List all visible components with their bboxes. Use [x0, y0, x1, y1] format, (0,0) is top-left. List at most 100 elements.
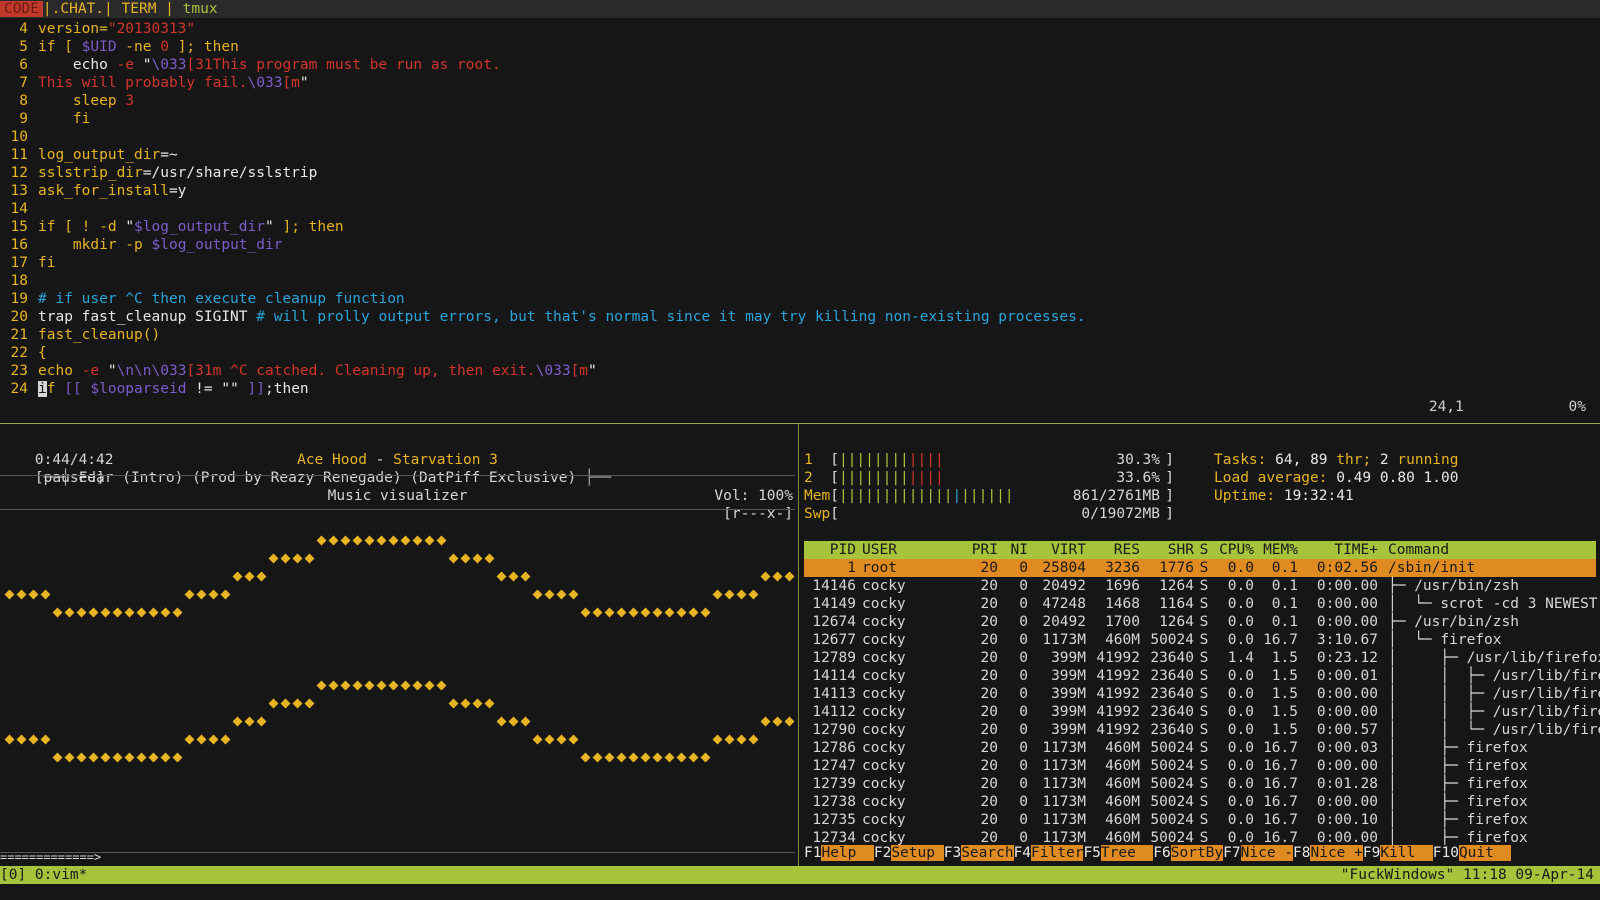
process-table[interactable]: PID USER PRI NI VIRT RES SHR S CPU% MEM% TIME+ Comm…: [804, 541, 1600, 847]
code-line[interactable]: 9 fi: [0, 110, 1600, 128]
cell-command: │ ├─ /usr/lib/firefox: [1378, 649, 1600, 667]
code-line[interactable]: 7 This will probably fail.\033[m": [0, 74, 1600, 92]
col-pri[interactable]: PRI: [946, 541, 998, 559]
fkey-f1[interactable]: F1: [804, 845, 822, 861]
process-row[interactable]: 14113 cocky 20 0 399M 41992 23640 S 0.0 1.5 0:00.0…: [804, 685, 1600, 703]
visualizer-title: Music visualizer: [327, 488, 468, 504]
process-row[interactable]: 12677 cocky 20 0 1173M 460M 50024 S 0.0 16.7 3:10.…: [804, 631, 1596, 649]
cell-cpu: 0.0: [1227, 614, 1254, 630]
cell-user: cocky: [862, 632, 906, 648]
code-line[interactable]: 16 mkdir -p $log_output_dir: [0, 236, 1600, 254]
tree-branch: │ ├─: [1388, 794, 1467, 810]
fkey-f4[interactable]: F4: [1013, 845, 1032, 861]
fkey-label[interactable]: Nice -: [1240, 845, 1294, 861]
cell-command: │ ├─ firefox: [1378, 739, 1528, 757]
fkey-f10[interactable]: F10: [1432, 845, 1459, 861]
col-virt[interactable]: VIRT: [1028, 541, 1086, 559]
process-row[interactable]: 14112 cocky 20 0 399M 41992 23640 S 0.0 1.5 0:00.0…: [804, 703, 1600, 721]
fkey-label[interactable]: Kill: [1380, 845, 1433, 861]
cell-pid: 12786: [812, 740, 856, 756]
col-state[interactable]: S: [1194, 541, 1214, 559]
col-time[interactable]: TIME+: [1298, 541, 1378, 559]
fkey-f6[interactable]: F6: [1153, 845, 1171, 861]
process-row[interactable]: 12739 cocky 20 0 1173M 460M 50024 S 0.0 16.7 0:01.…: [804, 775, 1596, 793]
visualizer-dot: [676, 752, 687, 763]
code-line[interactable]: 21 fast_cleanup(): [0, 326, 1600, 344]
process-row[interactable]: 12786 cocky 20 0 1173M 460M 50024 S 0.0 16.7 0:00.…: [804, 739, 1596, 757]
code-line[interactable]: 4 version="20130313": [0, 20, 1600, 38]
process-row[interactable]: 14149 cocky 20 0 47248 1468 1164 S 0.0 0.1 0:00.00…: [804, 595, 1600, 613]
fkey-label[interactable]: Filter: [1031, 845, 1084, 861]
col-cpu[interactable]: CPU%: [1214, 541, 1254, 559]
code-line[interactable]: 12 sslstrip_dir=/usr/share/sslstrip: [0, 164, 1600, 182]
fkey-label[interactable]: Quit: [1458, 845, 1512, 861]
fkey-f9[interactable]: F9: [1362, 845, 1381, 861]
process-table-header[interactable]: PID USER PRI NI VIRT RES SHR S CPU% MEM% TIME+ Comm…: [804, 541, 1596, 559]
code-line[interactable]: 20 trap fast_cleanup SIGINT # will prolly…: [0, 308, 1600, 326]
col-mem[interactable]: MEM%: [1254, 541, 1298, 559]
code-line[interactable]: 11 log_output_dir=~: [0, 146, 1600, 164]
load-line: Load average: 0.49 0.80 1.00: [1214, 469, 1594, 487]
visualizer-dot: [268, 553, 279, 564]
cell-cpu: 0.0: [1227, 668, 1254, 684]
code-line[interactable]: 19 # if user ^C then execute cleanup func…: [0, 290, 1600, 308]
fkey-f5[interactable]: F5: [1083, 845, 1101, 861]
col-ni[interactable]: NI: [998, 541, 1028, 559]
tab-chat[interactable]: |.CHAT.|: [43, 1, 113, 17]
code-line[interactable]: 5 if [ $UID -ne 0 ]; then: [0, 38, 1600, 56]
pane-divider-horizontal[interactable]: [0, 423, 1600, 424]
col-command[interactable]: Command: [1378, 541, 1449, 559]
process-row[interactable]: 12735 cocky 20 0 1173M 460M 50024 S 0.0 16.7 0:00.…: [804, 811, 1596, 829]
fkey-label[interactable]: Help: [821, 845, 874, 861]
col-user[interactable]: USER: [856, 541, 946, 559]
tab-code[interactable]: CODE: [0, 1, 43, 17]
pane-divider-vertical[interactable]: [798, 424, 799, 867]
tab-tmux[interactable]: tmux: [183, 1, 218, 17]
htop-pane[interactable]: 1 [|||||||||||| 30.3%] 2 [|||||||||||| 33.…: [804, 451, 1600, 866]
code-line[interactable]: 15 if [ ! -d "$log_output_dir" ]; then: [0, 218, 1600, 236]
fkey-label[interactable]: Setup: [891, 845, 944, 861]
process-row[interactable]: 14146 cocky 20 0 20492 1696 1264 S 0.0 0.1 0:00.00…: [804, 577, 1596, 595]
code-line[interactable]: 14: [0, 200, 1600, 218]
code-line[interactable]: 6 echo -e "\033[31This program must be r…: [0, 56, 1600, 74]
fkey-label[interactable]: Search: [961, 845, 1014, 861]
cell-pid: 12790: [812, 722, 856, 738]
fkey-f2[interactable]: F2: [873, 845, 892, 861]
music-player-pane[interactable]: 0:44/4:42 ──┤ Fear (Intro) (Prod by Reaz…: [0, 433, 795, 865]
code-line[interactable]: 23 echo -e "\n\n\033[31m ^C catched. Clea…: [0, 362, 1600, 380]
code-line[interactable]: 24 if [[ $looparseid != "" ]];then: [0, 380, 1600, 398]
cell-shr: 50024: [1150, 740, 1194, 756]
code-line[interactable]: 8 sleep 3: [0, 92, 1600, 110]
fkey-label[interactable]: Nice +: [1310, 845, 1363, 861]
process-row[interactable]: 12789 cocky 20 0 399M 41992 23640 S 1.4 1.5 0:23.1…: [804, 649, 1600, 667]
album: Starvation 3: [393, 452, 498, 468]
tab-term[interactable]: TERM: [122, 1, 157, 17]
cell-s: S: [1199, 686, 1209, 702]
fkey-f8[interactable]: F8: [1293, 845, 1311, 861]
vim-editor[interactable]: 4 version="20130313" 5 if [ $UID -ne 0 ]; t…: [0, 20, 1600, 416]
fkey-f3[interactable]: F3: [943, 845, 962, 861]
visualizer-dot: [76, 752, 87, 763]
process-row[interactable]: 12674 cocky 20 0 20492 1700 1264 S 0.0 0.1 0:00.00…: [804, 613, 1596, 631]
fkey-label[interactable]: SortBy: [1170, 845, 1224, 861]
cell-s: S: [1199, 632, 1209, 648]
col-res[interactable]: RES: [1086, 541, 1140, 559]
window-list[interactable]: [0] 0:vim*: [0, 867, 87, 883]
process-row[interactable]: 12747 cocky 20 0 1173M 460M 50024 S 0.0 16.7 0:00.…: [804, 757, 1596, 775]
bar-segment-cache: ||||||: [961, 488, 1014, 504]
code-line[interactable]: 17 fi: [0, 254, 1600, 272]
code-line[interactable]: 13 ask_for_install=y: [0, 182, 1600, 200]
process-row[interactable]: 12738 cocky 20 0 1173M 460M 50024 S 0.0 16.7 0:00.…: [804, 793, 1596, 811]
process-row[interactable]: 12790 cocky 20 0 399M 41992 23640 S 0.0 1.5 0:00.5…: [804, 721, 1600, 739]
code-line[interactable]: 18: [0, 272, 1600, 290]
col-pid[interactable]: PID: [804, 541, 856, 559]
process-row[interactable]: 1 root 20 0 25804 3236 1776 S 0.0 0.1 0:02.56/sbin…: [804, 559, 1596, 577]
col-shr[interactable]: SHR: [1140, 541, 1194, 559]
progress-bar[interactable]: =============>: [0, 848, 101, 866]
process-row[interactable]: 14114 cocky 20 0 399M 41992 23640 S 0.0 1.5 0:00.0…: [804, 667, 1600, 685]
code-line[interactable]: 22 {: [0, 344, 1600, 362]
fkey-label[interactable]: Tree: [1100, 845, 1154, 861]
cpu2-meter: 2 [|||||||||||| 33.6%]: [804, 469, 1174, 487]
fkey-f7[interactable]: F7: [1223, 845, 1241, 861]
code-line[interactable]: 10: [0, 128, 1600, 146]
